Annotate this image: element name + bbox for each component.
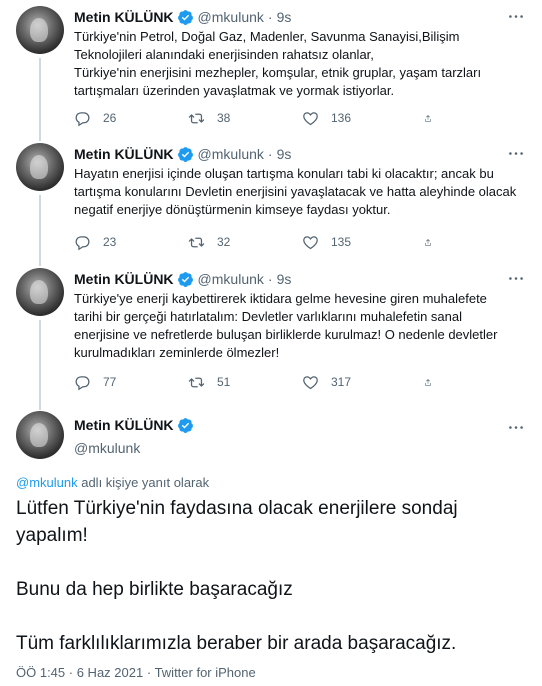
retweet-icon: [188, 237, 205, 247]
author-name[interactable]: Metin KÜLÜNK: [74, 271, 174, 287]
retweet-icon: [188, 113, 205, 123]
more-dots-icon[interactable]: [506, 270, 526, 286]
reply-button[interactable]: 23: [74, 234, 188, 251]
tweet-header: Metin KÜLÜNK @mkulunk: [74, 415, 198, 456]
more-dots-icon[interactable]: [506, 8, 526, 24]
verified-badge-icon: [177, 9, 194, 26]
reply-context: @mkulunk adlı kişiye yanıt olarak: [16, 475, 209, 490]
heart-icon: [303, 235, 318, 249]
separator-dot: ·: [267, 271, 273, 287]
like-count: 317: [331, 375, 352, 389]
author-handle[interactable]: @mkulunk: [198, 9, 264, 25]
main-tweet: Metin KÜLÜNK @mkulunk @mkulunk adlı kişi…: [0, 404, 542, 686]
thread-tweet[interactable]: Metin KÜLÜNK @mkulunk · 9s Türkiye'ye en…: [0, 262, 542, 407]
like-count: 136: [331, 111, 352, 125]
tweet-timestamp[interactable]: ÖÖ 1:45: [16, 665, 65, 680]
main-tweet-text: Lütfen Türkiye'nin faydasına olacak ener…: [16, 495, 526, 657]
thread-connector-line: [39, 58, 41, 137]
avatar[interactable]: [16, 411, 64, 459]
more-dots-icon[interactable]: [506, 145, 526, 161]
separator-dot: ·: [267, 146, 273, 162]
like-button[interactable]: 135: [302, 234, 416, 251]
reply-mention-link[interactable]: @mkulunk: [16, 475, 78, 490]
thread-tweet[interactable]: Metin KÜLÜNK @mkulunk · 9s Hayatın enerj…: [0, 137, 542, 262]
share-button[interactable]: [424, 110, 444, 127]
tweet-text: Türkiye'ye enerji kaybettirerek iktidara…: [74, 291, 498, 360]
share-icon: [425, 114, 431, 122]
reply-count: 23: [103, 235, 117, 249]
tweet-header: Metin KÜLÜNK @mkulunk · 9s: [74, 7, 291, 27]
tweet-header: Metin KÜLÜNK @mkulunk · 9s: [74, 144, 291, 164]
like-button[interactable]: 317: [302, 374, 416, 391]
tweet-text: Hayatın enerjisi içinde oluşan tartışma …: [74, 166, 517, 217]
tweet-metadata: ÖÖ 1:45 · 6 Haz 2021 · Twitter for iPhon…: [16, 665, 256, 680]
tweet-paragraph: Lütfen Türkiye'nin faydasına olacak ener…: [16, 498, 458, 546]
retweet-count: 32: [217, 235, 231, 249]
tweet-thread: Metin KÜLÜNK @mkulunk · 9s Türkiye'nin P…: [0, 0, 542, 407]
reply-count: 77: [103, 375, 117, 389]
verified-badge-icon: [177, 146, 194, 163]
tweet-paragraph: Bunu da hep birlikte başaracağız: [16, 579, 293, 600]
tweet-paragraph: Tüm farklılıklarımızla beraber bir arada…: [16, 633, 457, 654]
avatar[interactable]: [16, 143, 64, 191]
thread-tweet[interactable]: Metin KÜLÜNK @mkulunk · 9s Türkiye'nin P…: [0, 0, 542, 137]
retweet-button[interactable]: 32: [188, 234, 302, 251]
thread-connector-line: [39, 137, 41, 141]
separator-dot: ·: [68, 665, 77, 680]
reply-bubble-icon: [75, 235, 90, 250]
reply-button[interactable]: 77: [74, 374, 188, 391]
author-name[interactable]: Metin KÜLÜNK: [74, 417, 174, 433]
separator-dot: ·: [267, 9, 273, 25]
thread-connector-line: [39, 195, 41, 262]
thread-connector-line: [39, 262, 41, 266]
author-handle[interactable]: @mkulunk: [198, 271, 264, 287]
share-icon: [425, 378, 431, 386]
more-dots-icon[interactable]: [506, 419, 526, 435]
reply-count: 26: [103, 111, 117, 125]
tweet-time[interactable]: 9s: [277, 146, 292, 162]
share-button[interactable]: [424, 234, 444, 251]
tweet-source[interactable]: Twitter for iPhone: [155, 665, 256, 680]
thread-connector-line: [39, 320, 41, 407]
reply-bubble-icon: [75, 375, 90, 390]
avatar[interactable]: [16, 6, 64, 54]
tweet-actions: 77 51 317: [74, 372, 474, 392]
tweet-header: Metin KÜLÜNK @mkulunk · 9s: [74, 269, 291, 289]
thread-connector-line: [39, 404, 41, 410]
retweet-button[interactable]: 51: [188, 374, 302, 391]
share-button[interactable]: [424, 374, 444, 391]
like-count: 135: [331, 235, 352, 249]
heart-icon: [303, 375, 318, 389]
author-name[interactable]: Metin KÜLÜNK: [74, 146, 174, 162]
reply-button[interactable]: 26: [74, 110, 188, 127]
author-handle[interactable]: @mkulunk: [198, 146, 264, 162]
verified-badge-icon: [177, 271, 194, 288]
retweet-count: 51: [217, 375, 231, 389]
author-name[interactable]: Metin KÜLÜNK: [74, 9, 174, 25]
retweet-icon: [188, 377, 205, 387]
tweet-actions: 23 32 135: [74, 232, 474, 252]
avatar[interactable]: [16, 268, 64, 316]
tweet-text: Türkiye'nin Petrol, Doğal Gaz, Madenler,…: [74, 29, 482, 98]
share-icon: [425, 238, 431, 246]
verified-badge-icon: [177, 417, 194, 434]
author-handle[interactable]: @mkulunk: [74, 440, 198, 456]
reply-context-text: adlı kişiye yanıt olarak: [77, 475, 210, 490]
tweet-date[interactable]: 6 Haz 2021: [77, 665, 144, 680]
like-button[interactable]: 136: [302, 110, 416, 127]
tweet-actions: 26 38 136: [74, 108, 474, 128]
retweet-button[interactable]: 38: [188, 110, 302, 127]
reply-bubble-icon: [75, 111, 90, 126]
separator-dot: ·: [146, 665, 155, 680]
heart-icon: [303, 111, 318, 125]
retweet-count: 38: [217, 111, 231, 125]
tweet-time[interactable]: 9s: [277, 9, 292, 25]
tweet-time[interactable]: 9s: [277, 271, 292, 287]
